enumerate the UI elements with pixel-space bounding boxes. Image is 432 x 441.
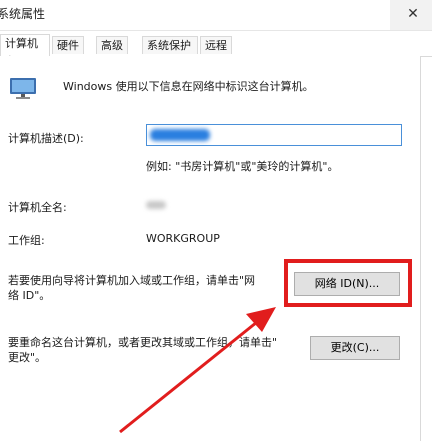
description-label: 计算机描述(D): [8,132,84,145]
network-id-button[interactable]: 网络 ID(N)... [294,272,400,296]
workgroup-label: 工作组: [8,234,45,247]
change-button[interactable]: 更改(C)... [310,336,400,360]
description-example: 例如: "书房计算机"或"美玲的计算机"。 [146,160,339,173]
redacted-full-name [146,201,166,209]
tab-strip: 计算机名 硬件 高级 系统保护 远程 [0,34,432,68]
tab-remote[interactable]: 远程 [200,36,232,54]
tab-computer-name[interactable]: 计算机名 [0,34,50,68]
tab-hardware[interactable]: 硬件 [52,36,84,54]
full-name-label: 计算机全名: [8,201,67,214]
window-title: 系统属性 [0,7,46,21]
monitor-icon [10,78,36,99]
description-input[interactable] [146,124,402,146]
rename-text-line2: 更改"。 [8,351,47,364]
computer-name-panel [0,56,421,441]
tab-system-protection[interactable]: 系统保护 [142,36,198,54]
redacted-text [150,129,210,141]
close-button[interactable]: ✕ [390,0,432,30]
network-id-text-line1: 若要使用向导将计算机加入域或工作组，请单击"网 [8,274,256,287]
workgroup-value: WORKGROUP [146,232,220,245]
intro-text: Windows 使用以下信息在网络中标识这台计算机。 [63,80,314,93]
network-id-text-line2: 络 ID"。 [8,289,51,302]
close-icon: ✕ [407,6,419,22]
rename-text-line1: 要重命名这台计算机，或者更改其域或工作组，请单击" [8,336,278,349]
title-bar: 系统属性 ✕ [0,0,432,31]
tab-advanced[interactable]: 高级 [96,36,128,54]
